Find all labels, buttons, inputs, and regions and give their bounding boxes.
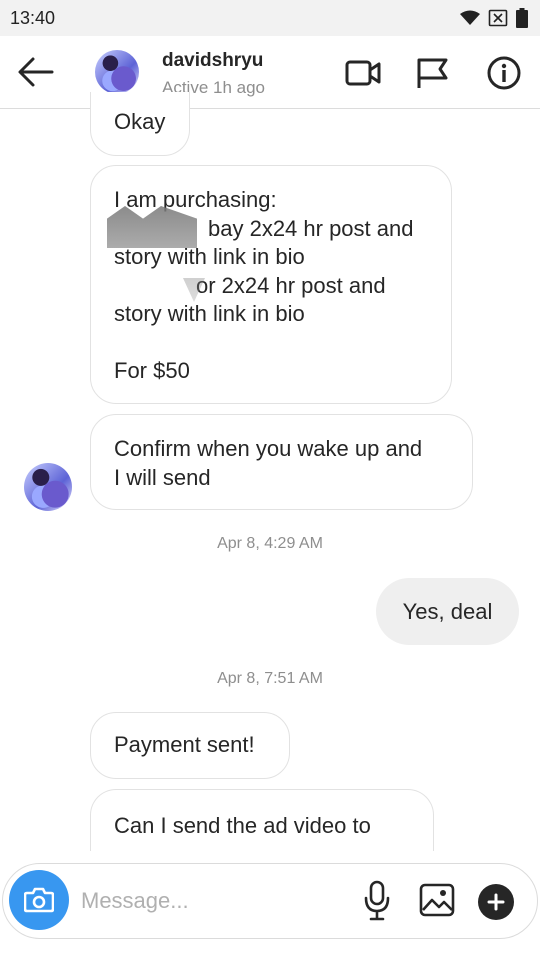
message-timestamp: Apr 8, 4:29 AM bbox=[217, 535, 323, 552]
sender-avatar[interactable] bbox=[24, 463, 72, 511]
message-text: Yes, deal bbox=[402, 598, 493, 624]
sent-message-bubble[interactable]: Yes, deal bbox=[376, 578, 519, 645]
message-line: For $50 bbox=[114, 358, 190, 383]
message-line: story with link in bio bbox=[114, 301, 305, 326]
message-text: Okay bbox=[114, 109, 166, 134]
message-text: Can I send the ad video to bbox=[114, 813, 371, 838]
battery-icon bbox=[516, 8, 528, 28]
info-icon[interactable] bbox=[486, 56, 522, 90]
chat-username[interactable]: davidshryu bbox=[162, 50, 263, 72]
camera-icon bbox=[24, 887, 54, 913]
message-bubble-confirm[interactable]: Confirm when you wake up and I will send bbox=[90, 414, 473, 510]
status-bar: 13:40 bbox=[0, 0, 540, 36]
add-content-button[interactable] bbox=[478, 884, 514, 920]
message-text: Payment sent! bbox=[114, 732, 255, 757]
flag-icon[interactable] bbox=[414, 56, 450, 90]
message-bubble-okay[interactable]: Okay bbox=[90, 92, 190, 156]
message-bubble-payment[interactable]: Payment sent! bbox=[90, 712, 290, 779]
avatar[interactable] bbox=[95, 50, 139, 94]
message-input[interactable] bbox=[79, 882, 333, 920]
message-timestamp: Apr 8, 7:51 AM bbox=[217, 670, 323, 687]
message-composer bbox=[2, 863, 538, 939]
status-icons bbox=[460, 8, 528, 28]
plus-icon bbox=[487, 893, 505, 911]
microphone-icon[interactable] bbox=[363, 880, 391, 922]
message-line: or 2x24 hr post and bbox=[196, 272, 386, 298]
message-line: Confirm when you wake up and bbox=[114, 436, 423, 461]
back-arrow-icon[interactable] bbox=[16, 54, 56, 90]
message-bubble-ad-video[interactable]: Can I send the ad video to bbox=[90, 789, 434, 851]
message-line bbox=[114, 329, 428, 358]
video-call-icon[interactable] bbox=[345, 56, 381, 90]
status-time: 13:40 bbox=[10, 8, 56, 28]
camera-button[interactable] bbox=[9, 870, 69, 930]
message-line: I will send bbox=[114, 464, 211, 490]
no-sim-icon bbox=[488, 9, 508, 27]
gallery-icon[interactable] bbox=[419, 883, 455, 917]
chat-header: davidshryu Active 1h ago bbox=[0, 36, 540, 109]
wifi-icon bbox=[460, 10, 480, 25]
message-bubble-purchase[interactable]: I am purchasing: bay 2x24 hr post and st… bbox=[90, 165, 452, 404]
